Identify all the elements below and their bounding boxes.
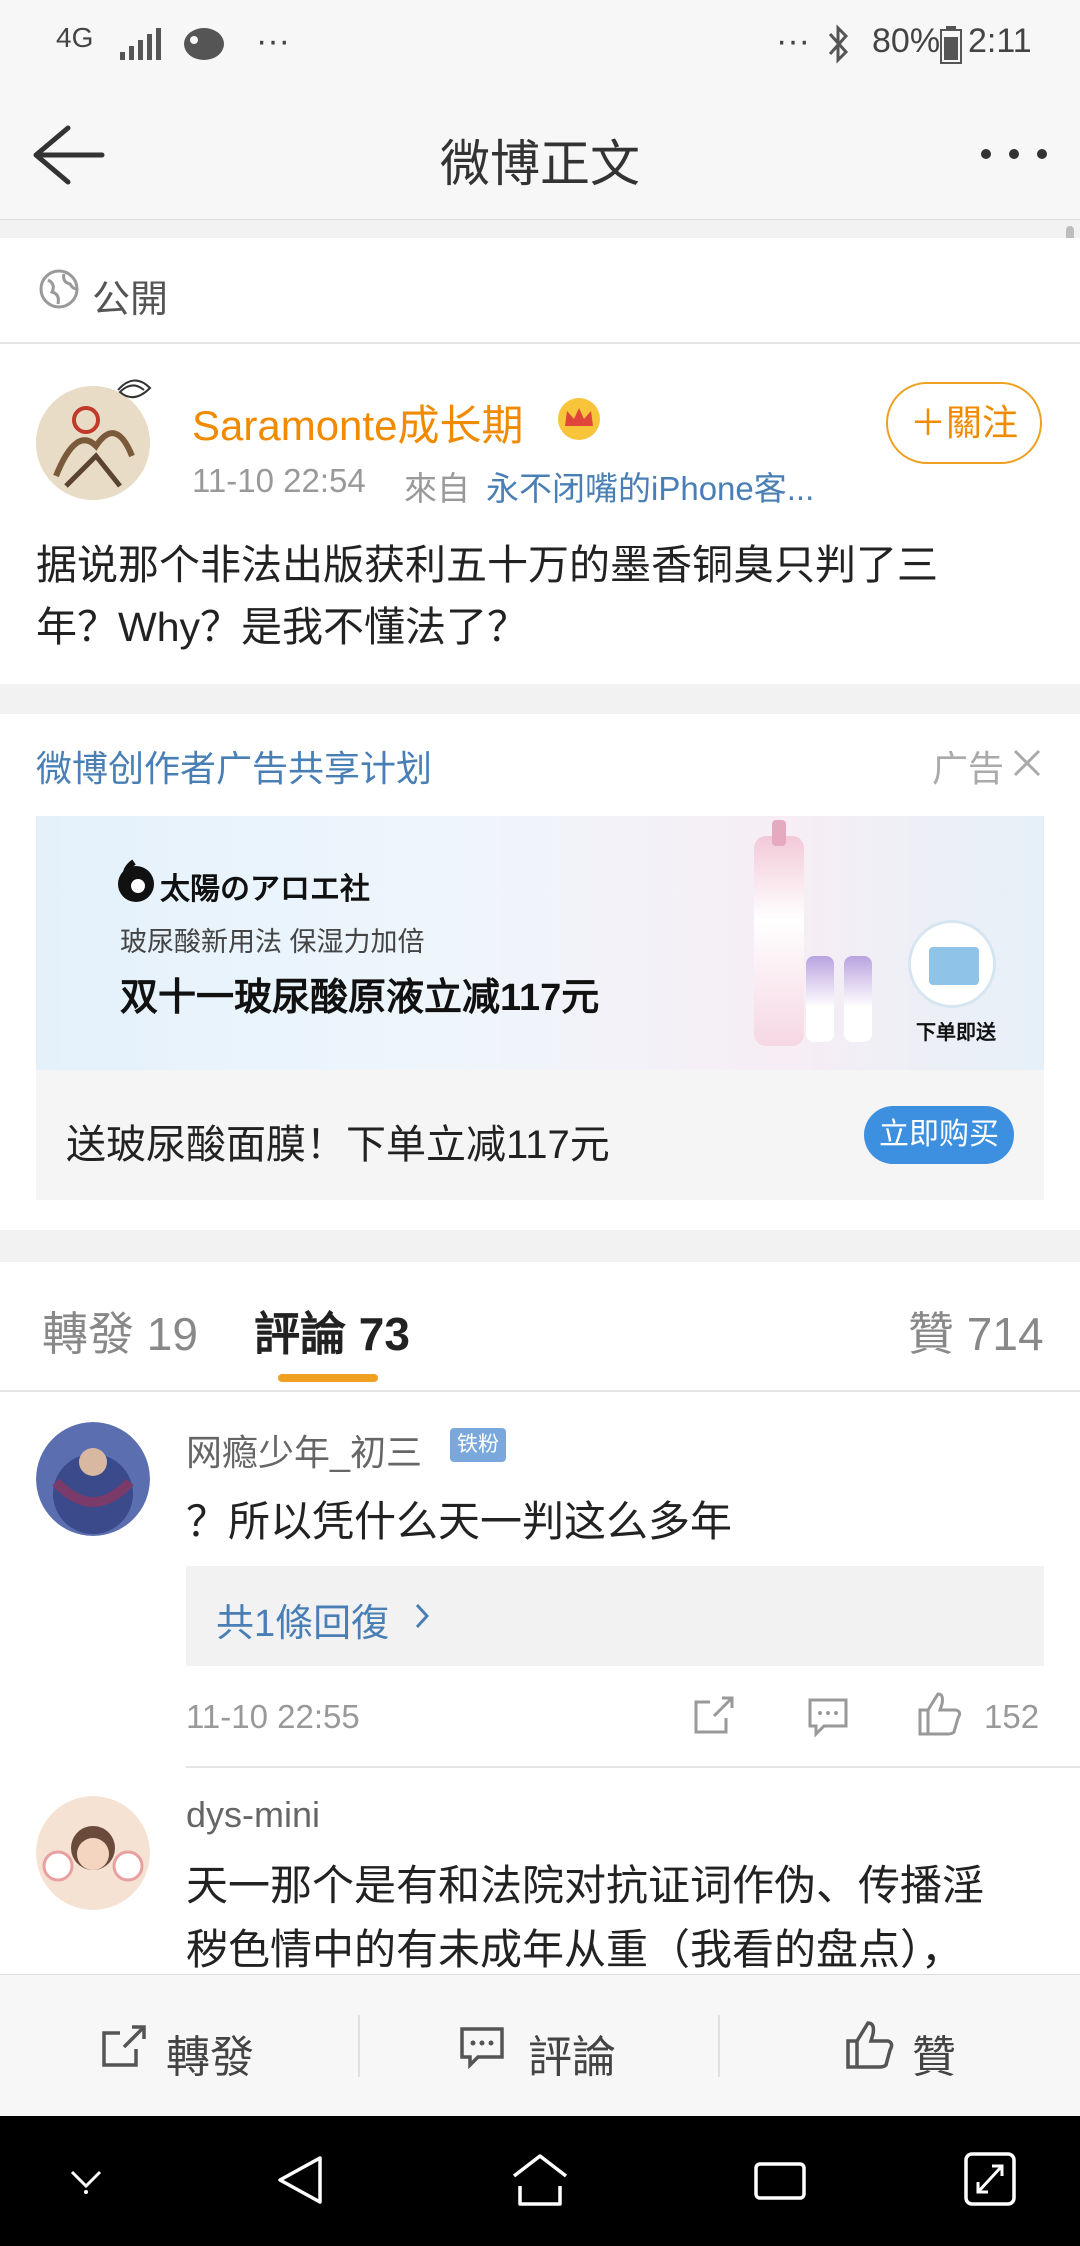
tab-comments[interactable]: 評論 73: [254, 1298, 410, 1364]
ad-banner[interactable]: 太陽のアロエ社 玻尿酸新用法 保湿力加倍 双十一玻尿酸原液立减117元 下单即送: [36, 816, 1044, 1070]
banner-subtitle: 玻尿酸新用法 保湿力加倍: [120, 927, 425, 957]
recents-nav-icon[interactable]: [752, 2156, 808, 2204]
back-nav-icon[interactable]: [274, 2152, 326, 2208]
battery-percent: 80%: [872, 22, 941, 60]
ad-card: 微博创作者广告共享计划 广告 太陽のアロエ社 玻尿酸新用法 保湿力加倍 双十一玻…: [0, 714, 1080, 1230]
system-nav-bar: [0, 2116, 1080, 2246]
post-text: 据说那个非法出版获利五十万的墨香铜臭只判了三 年？Why？是我不懂法了？: [36, 534, 1056, 658]
comment-button[interactable]: 評論: [360, 1975, 718, 2117]
active-tab-underline: [278, 1374, 378, 1382]
avatar-pendant-icon: [117, 379, 152, 399]
brand-logo-icon: [118, 859, 154, 902]
like-count: 152: [984, 1698, 1040, 1735]
status-more-right: ···: [776, 22, 810, 60]
signal-icon: [120, 28, 161, 60]
avatar-illustration: [36, 1796, 150, 1910]
bluetooth-icon: [828, 24, 849, 64]
product-vial: [806, 956, 834, 1042]
comment-text: ？所以凭什么天一判这么多年: [186, 1498, 733, 1545]
banner-headline: 双十一玻尿酸原液立减117元: [120, 977, 600, 1019]
comment-text: 天一那个是有和法院对抗证词作伪、传播淫 秽色情中的有未成年从重（我看的盘点），: [186, 1854, 1056, 1972]
ad-caption: 送玻尿酸面膜！下单立减117元: [66, 1123, 610, 1167]
tab-likes[interactable]: 贊 714: [908, 1298, 1044, 1364]
buy-now-button[interactable]: 立即购买: [864, 1106, 1014, 1164]
globe-icon: [39, 269, 79, 309]
avatar-illustration: [36, 1422, 150, 1536]
ad-sponsor-label[interactable]: 微博创作者广告共享计划: [36, 740, 432, 792]
status-bar: 4G ··· ··· 80% 2:11: [0, 0, 1080, 92]
tab-repost[interactable]: 轉發 19: [42, 1298, 198, 1364]
chevron-right-icon: [415, 1603, 430, 1629]
status-more-left: ···: [256, 22, 290, 60]
commenter-avatar[interactable]: [36, 1796, 150, 1910]
username[interactable]: Saramonte成长期: [192, 392, 523, 453]
more-options-icon[interactable]: [978, 146, 1050, 162]
battery-icon: [940, 26, 962, 64]
notification-app-icon: [184, 28, 224, 60]
product-bottle-cap: [772, 820, 786, 846]
comment-text-line: 天一那个是有和法院对抗证词作伪、传播淫: [186, 1862, 985, 1909]
like-label: 贊: [912, 2033, 956, 2082]
source-prefix: 來自: [404, 470, 470, 507]
post-text-line: 年？Why？是我不懂法了？: [36, 604, 528, 650]
share-icon[interactable]: [692, 1694, 736, 1738]
commenter-avatar[interactable]: [36, 1422, 150, 1536]
fullscreen-nav-icon[interactable]: [962, 2150, 1018, 2208]
network-type: 4G: [56, 22, 94, 53]
fan-badge: 铁粉: [450, 1428, 506, 1462]
comment-time: 11-10 22:55: [186, 1698, 360, 1735]
commenter-name[interactable]: 网瘾少年_初三: [186, 1424, 422, 1476]
repost-label: 轉發: [166, 2033, 254, 2082]
product-box-circle: [908, 920, 996, 1008]
page-title: 微博正文: [440, 136, 640, 192]
visibility-label: 公開: [92, 279, 169, 321]
repost-button[interactable]: 轉發: [0, 1975, 358, 2117]
like-icon[interactable]: [916, 1690, 964, 1738]
bottom-action-bar: 轉發 評論 贊: [0, 1974, 1080, 2116]
comment-icon: [460, 2027, 504, 2070]
ad-tag: 广告: [932, 748, 1005, 789]
hide-keyboard-icon[interactable]: [66, 2166, 106, 2196]
thumbs-up-icon: [846, 2021, 894, 2069]
banner-brand: 太陽のアロエ社: [160, 873, 370, 906]
product-vial: [844, 956, 872, 1042]
clock: 2:11: [968, 22, 1032, 60]
divider: [186, 1766, 1080, 1768]
nav-bar: 微博正文: [0, 92, 1080, 220]
banner-badge: 下单即送: [916, 1022, 996, 1044]
crown-badge-icon: [558, 398, 600, 440]
close-icon[interactable]: [1012, 748, 1042, 778]
follow-button[interactable]: ＋關注: [886, 382, 1042, 464]
like-button[interactable]: 贊: [720, 1975, 1080, 2117]
post-source-link[interactable]: 永不闭嘴的iPhone客...: [486, 462, 814, 510]
post-text-line: 据说那个非法出版获利五十万的墨香铜臭只判了三: [36, 542, 938, 588]
ad-footer[interactable]: 送玻尿酸面膜！下单立减117元 立即购买: [36, 1070, 1044, 1200]
commenter-name[interactable]: dys-mini: [186, 1794, 320, 1836]
divider: [0, 1390, 1080, 1392]
comments-card: 轉發 19 評論 73 贊 714 网瘾少年_初三 铁粉 ？所以凭什么天一判这么…: [0, 1262, 1080, 1974]
post-card: 公開 Saramonte成长期 ＋關注 11-10 22:54 來自 永不闭嘴的…: [0, 238, 1080, 684]
post-time: 11-10 22:54: [192, 462, 366, 499]
comment-label: 評論: [528, 2033, 616, 2082]
replies-box[interactable]: 共1條回復: [186, 1566, 1044, 1666]
divider: [0, 342, 1080, 344]
product-bottle: [754, 836, 804, 1046]
replies-link[interactable]: 共1條回復: [216, 1592, 389, 1647]
home-nav-icon[interactable]: [510, 2152, 570, 2208]
repost-icon: [102, 2025, 146, 2067]
comment-text-line: 秽色情中的有未成年从重（我看的盘点），: [186, 1926, 964, 1972]
reply-icon[interactable]: [806, 1694, 850, 1738]
